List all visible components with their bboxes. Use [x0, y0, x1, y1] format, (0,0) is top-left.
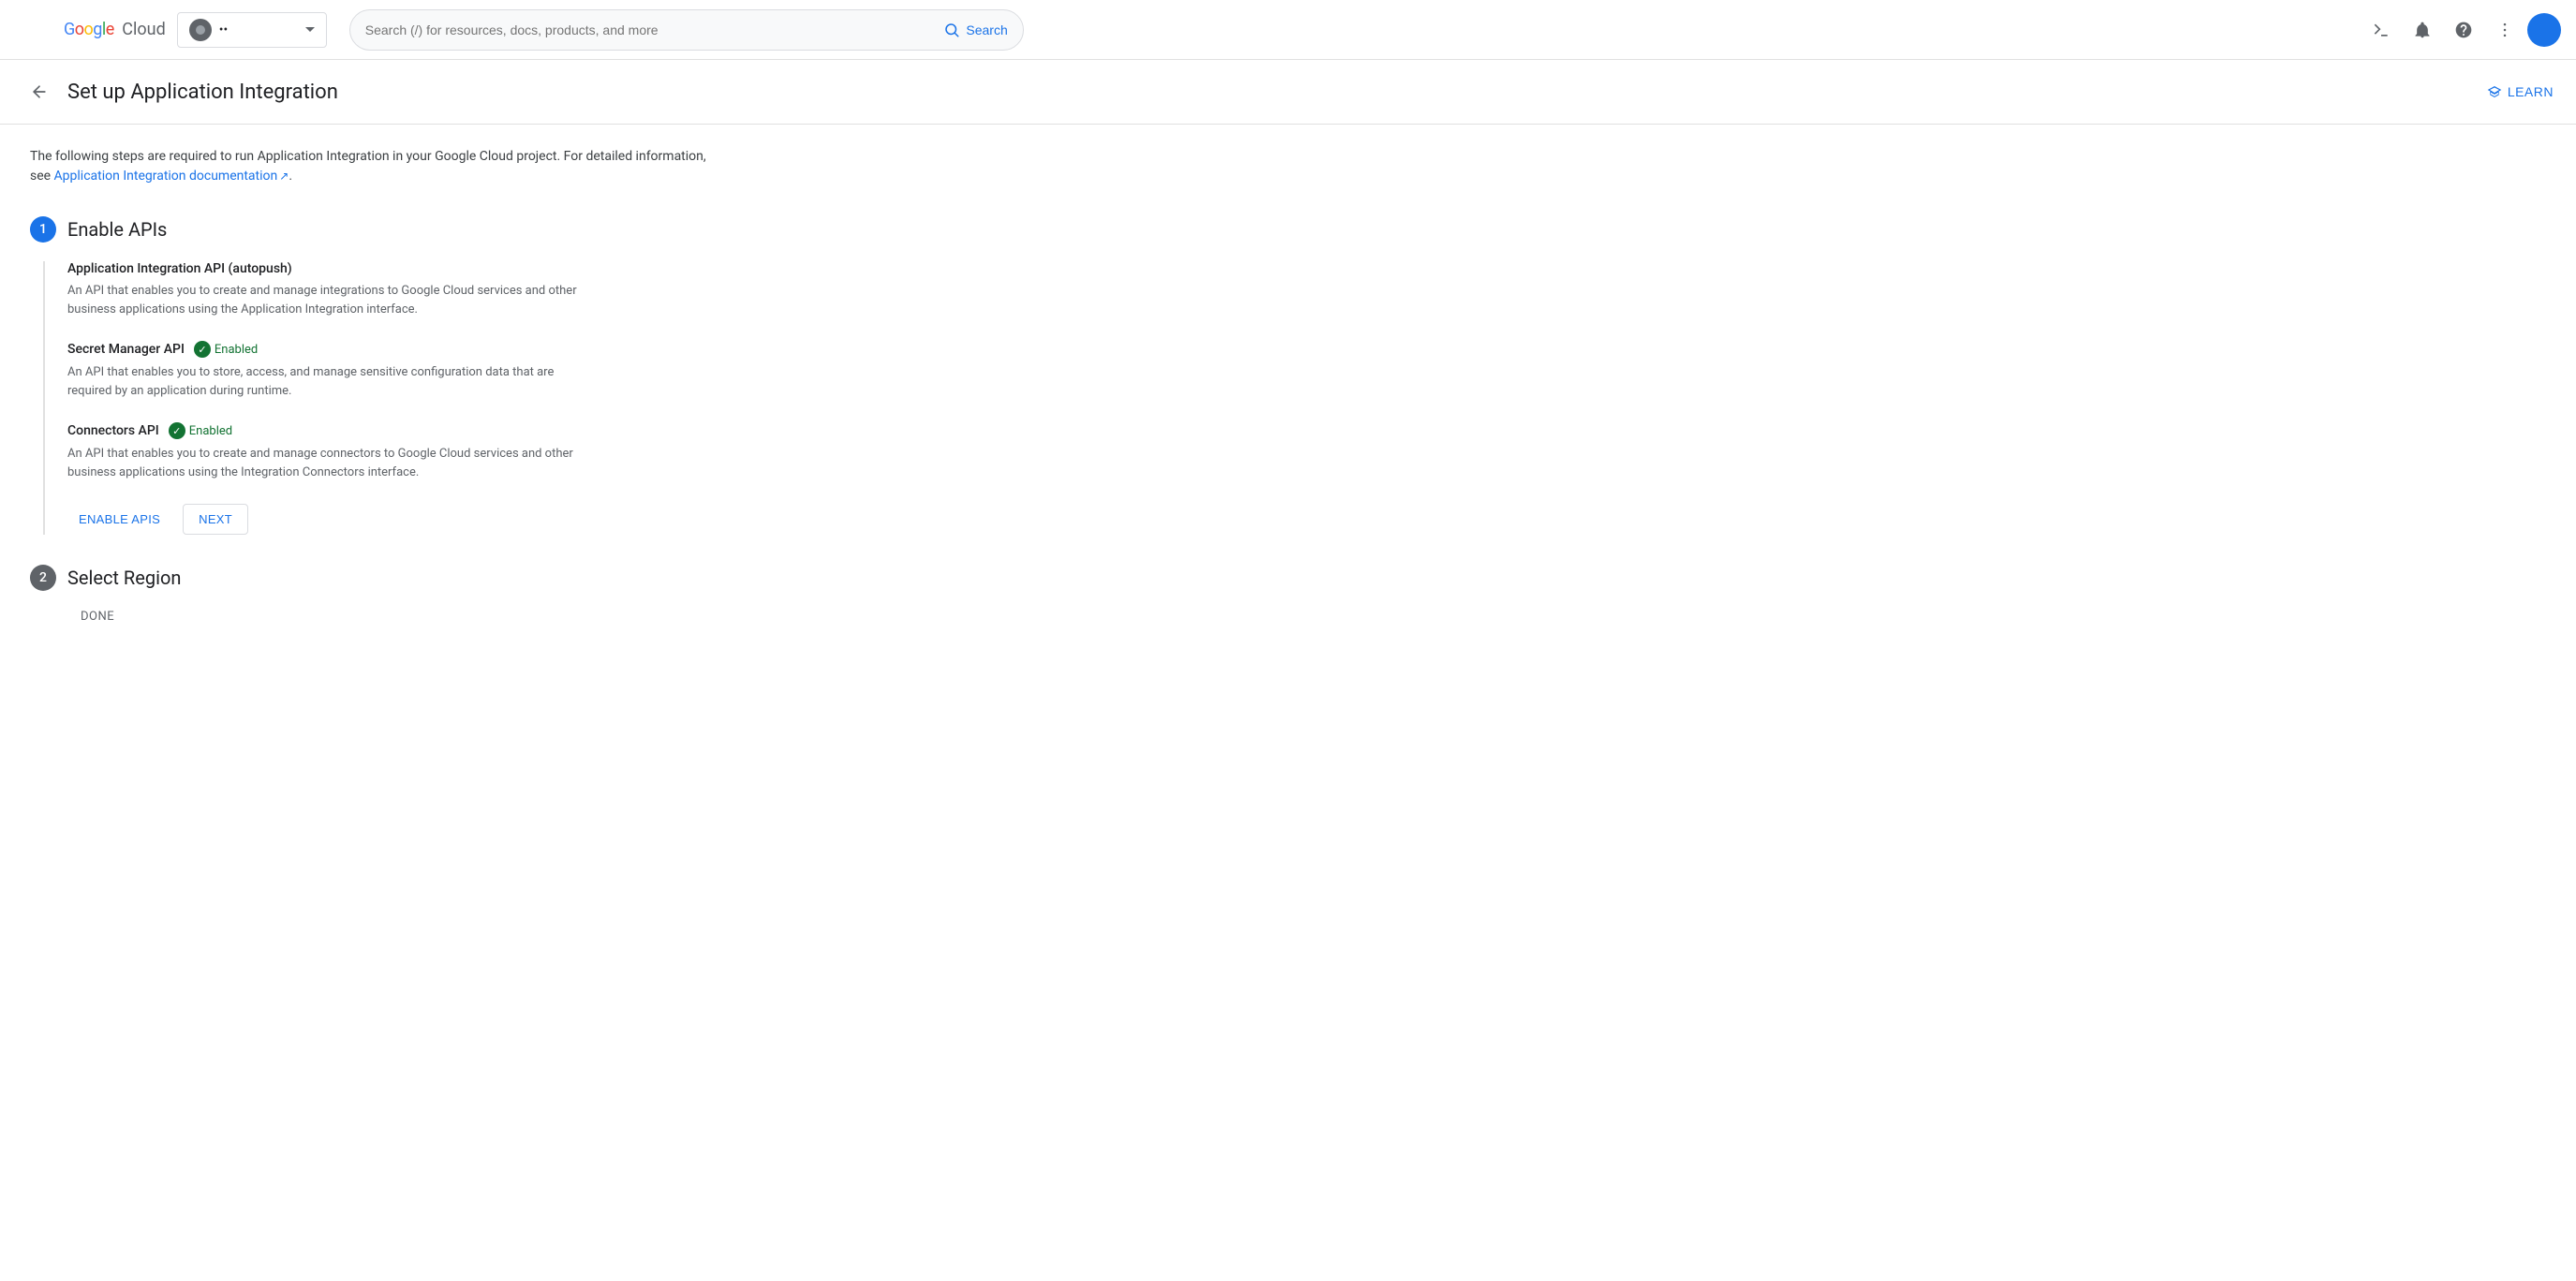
search-icon: [943, 22, 960, 38]
api-item-3: Connectors API ✓ Enabled An API that ena…: [67, 422, 719, 481]
chevron-down-icon: [305, 27, 315, 32]
step1-title: Enable APIs: [67, 218, 167, 241]
api-desc-1: An API that enables you to create and ma…: [67, 282, 592, 318]
step1-header: 1 Enable APIs: [30, 216, 719, 243]
terminal-button[interactable]: [2362, 11, 2400, 49]
api-desc-2: An API that enables you to store, access…: [67, 363, 592, 400]
step1-actions: ENABLE APIS NEXT: [67, 504, 719, 535]
search-label: Search: [966, 22, 1007, 37]
learn-icon: [2487, 84, 2502, 99]
intro-text-after: .: [289, 169, 292, 184]
enable-apis-button[interactable]: ENABLE APIS: [67, 505, 171, 534]
enabled-label-2: Enabled: [215, 343, 258, 357]
enabled-label-3: Enabled: [189, 424, 232, 438]
enabled-check-icon-3: ✓: [169, 422, 185, 439]
api-list: Application Integration API (autopush) A…: [43, 261, 719, 535]
api-item-2: Secret Manager API ✓ Enabled An API that…: [67, 341, 719, 400]
terminal-icon: [2372, 21, 2391, 39]
step2-section: 2 Select Region DONE: [30, 565, 719, 624]
api-name-1: Application Integration API (autopush): [67, 261, 292, 276]
api-desc-3: An API that enables you to create and ma…: [67, 445, 592, 481]
next-button[interactable]: NEXT: [183, 504, 248, 535]
project-avatar: [189, 19, 212, 41]
api-name-row-1: Application Integration API (autopush): [67, 261, 719, 276]
step1-number: 1: [30, 216, 56, 243]
search-button[interactable]: Search: [943, 22, 1007, 38]
nav-left: Google Cloud ••: [15, 11, 327, 49]
main-content: The following steps are required to run …: [0, 125, 749, 646]
hamburger-menu-button[interactable]: [15, 11, 52, 49]
api-item-1: Application Integration API (autopush) A…: [67, 261, 719, 318]
more-options-button[interactable]: [2486, 11, 2524, 49]
enabled-badge-3: ✓ Enabled: [169, 422, 232, 439]
help-button[interactable]: [2445, 11, 2482, 49]
step2-title: Select Region: [67, 567, 181, 589]
project-selector-text: ••: [219, 22, 228, 37]
api-name-row-2: Secret Manager API ✓ Enabled: [67, 341, 719, 358]
api-name-row-3: Connectors API ✓ Enabled: [67, 422, 719, 439]
docs-link[interactable]: Application Integration documentation↗: [54, 169, 289, 184]
google-cloud-logo[interactable]: Google Cloud: [64, 20, 166, 39]
logo-cloud: Cloud: [118, 20, 166, 39]
search-input[interactable]: [365, 22, 937, 37]
search-bar: Search: [349, 9, 1024, 51]
logo-google: Google: [64, 20, 114, 39]
notifications-button[interactable]: [2404, 11, 2441, 49]
back-arrow-icon: [30, 82, 49, 101]
user-avatar[interactable]: [2527, 13, 2561, 47]
learn-label: LEARN: [2508, 84, 2554, 99]
step2-number: 2: [30, 565, 56, 591]
help-icon: [2454, 21, 2473, 39]
back-button[interactable]: [22, 75, 56, 109]
api-name-2: Secret Manager API: [67, 342, 185, 357]
page-header: Set up Application Integration LEARN: [0, 60, 2576, 125]
step1-section: 1 Enable APIs Application Integration AP…: [30, 216, 719, 535]
api-name-3: Connectors API: [67, 423, 159, 438]
notifications-icon: [2413, 21, 2432, 39]
done-label: DONE: [30, 610, 719, 624]
enabled-badge-2: ✓ Enabled: [194, 341, 258, 358]
docs-link-text: Application Integration documentation: [54, 169, 278, 184]
intro-text: The following steps are required to run …: [30, 147, 719, 186]
external-link-icon: ↗: [279, 169, 289, 183]
step2-header: 2 Select Region: [30, 565, 719, 591]
project-selector[interactable]: ••: [177, 12, 327, 48]
page-title: Set up Application Integration: [67, 81, 2487, 104]
more-vert-icon: [2495, 21, 2514, 39]
learn-button[interactable]: LEARN: [2487, 84, 2554, 99]
enabled-check-icon-2: ✓: [194, 341, 211, 358]
nav-right: [2362, 11, 2561, 49]
top-nav: Google Cloud •• Search: [0, 0, 2576, 60]
